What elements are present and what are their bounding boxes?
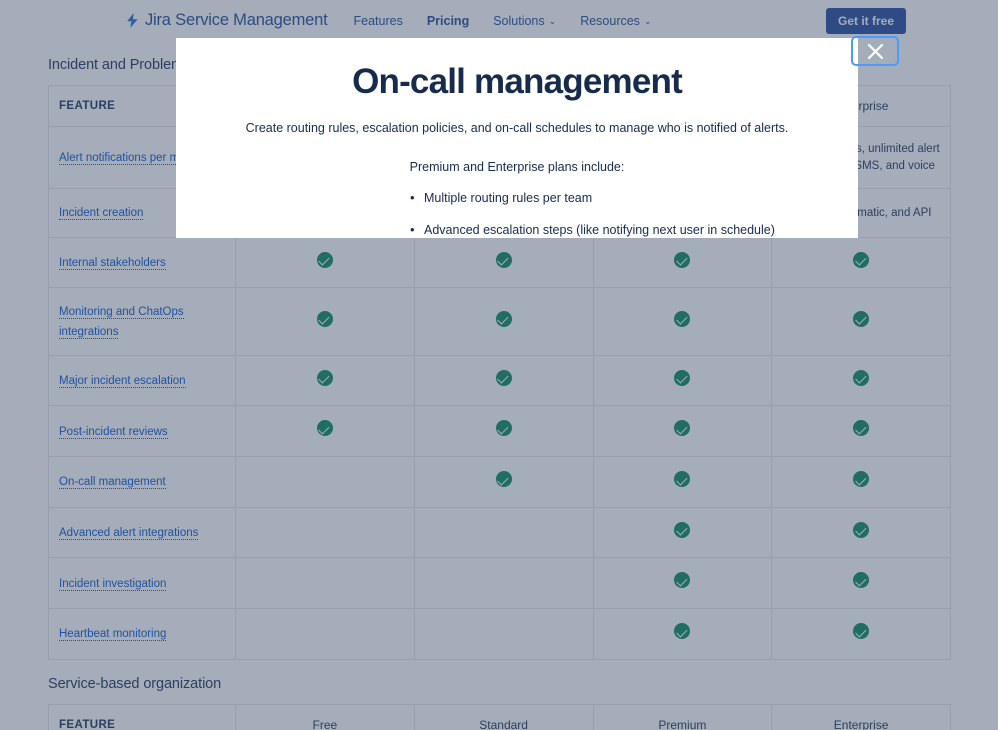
modal-subheading: Premium and Enterprise plans include: bbox=[409, 159, 625, 174]
modal-bullet-item: Advanced escalation steps (like notifyin… bbox=[410, 220, 802, 238]
modal-bullet-list: Multiple routing rules per team Advanced … bbox=[232, 188, 802, 238]
modal-bullet-item: Multiple routing rules per team bbox=[410, 188, 802, 208]
modal-description: Create routing rules, escalation policie… bbox=[245, 121, 789, 136]
modal-title: On-call management bbox=[352, 62, 683, 101]
on-call-management-modal: On-call management Create routing rules,… bbox=[176, 38, 858, 238]
close-icon bbox=[867, 43, 884, 60]
page-root: Jira Service Management Features Pricing… bbox=[0, 0, 998, 730]
modal-close-button[interactable] bbox=[851, 36, 899, 66]
